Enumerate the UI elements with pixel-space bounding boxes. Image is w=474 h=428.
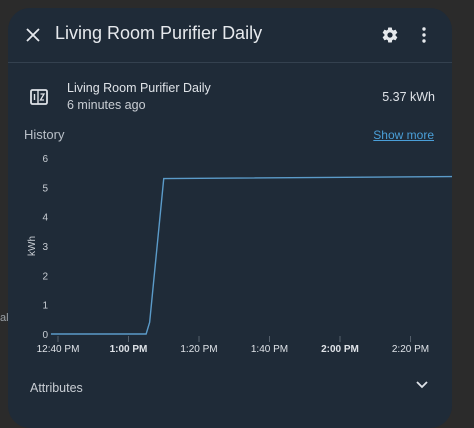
more-info-dialog: Living Room Purifier Daily Living Room P… [8,8,452,428]
y-tick-label: 1 [42,301,48,312]
y-axis-label: kWh [27,236,38,256]
x-tick-label: 12:40 PM [37,344,80,355]
y-tick-label: 6 [42,154,48,165]
x-tick-label: 1:40 PM [251,344,288,355]
y-tick-label: 4 [42,213,48,224]
x-tick-label: 2:00 PM [321,344,359,355]
y-tick-label: 2 [42,271,48,282]
chevron-down-icon [416,381,428,389]
series-line [50,175,452,335]
attributes-label: Attributes [30,381,83,395]
x-tick-label: 1:00 PM [110,344,148,355]
y-tick-label: 5 [42,183,48,194]
y-tick-label: 3 [42,242,48,253]
attributes-expander[interactable]: Attributes [8,372,452,404]
x-tick-label: 2:20 PM [392,344,429,355]
y-tick-label: 0 [42,330,48,341]
history-chart: 0 1 2 3 4 5 6 kWh 12:40 PM 1:00 PM 1:20 PM 1:40 PM 2… [27,154,452,355]
x-tick-label: 1:20 PM [180,344,217,355]
